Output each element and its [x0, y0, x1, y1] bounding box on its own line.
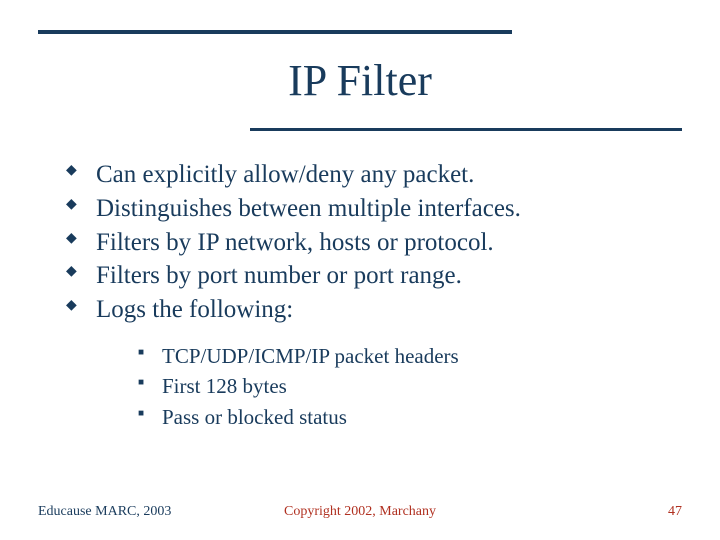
bullet-item: Distinguishes between multiple interface…	[60, 192, 660, 226]
top-rule	[38, 30, 512, 34]
sub-bullet-item: Pass or blocked status	[136, 402, 660, 432]
sub-bullet-item: First 128 bytes	[136, 371, 660, 401]
slide-footer: Educause MARC, 2003 Copyright 2002, Marc…	[38, 504, 682, 520]
slide-content: Can explicitly allow/deny any packet. Di…	[60, 158, 660, 432]
slide-title: IP Filter	[0, 55, 720, 106]
bullet-item: Logs the following:	[60, 293, 660, 327]
main-bullet-list: Can explicitly allow/deny any packet. Di…	[60, 158, 660, 327]
bullet-item: Filters by IP network, hosts or protocol…	[60, 226, 660, 260]
footer-page-number: 47	[668, 504, 682, 520]
bullet-item: Filters by port number or port range.	[60, 259, 660, 293]
bullet-item: Can explicitly allow/deny any packet.	[60, 158, 660, 192]
footer-left: Educause MARC, 2003	[38, 504, 171, 520]
sub-bullet-item: TCP/UDP/ICMP/IP packet headers	[136, 341, 660, 371]
sub-bullet-list: TCP/UDP/ICMP/IP packet headers First 128…	[136, 341, 660, 432]
footer-center: Copyright 2002, Marchany	[284, 504, 436, 520]
mid-rule	[250, 128, 682, 131]
